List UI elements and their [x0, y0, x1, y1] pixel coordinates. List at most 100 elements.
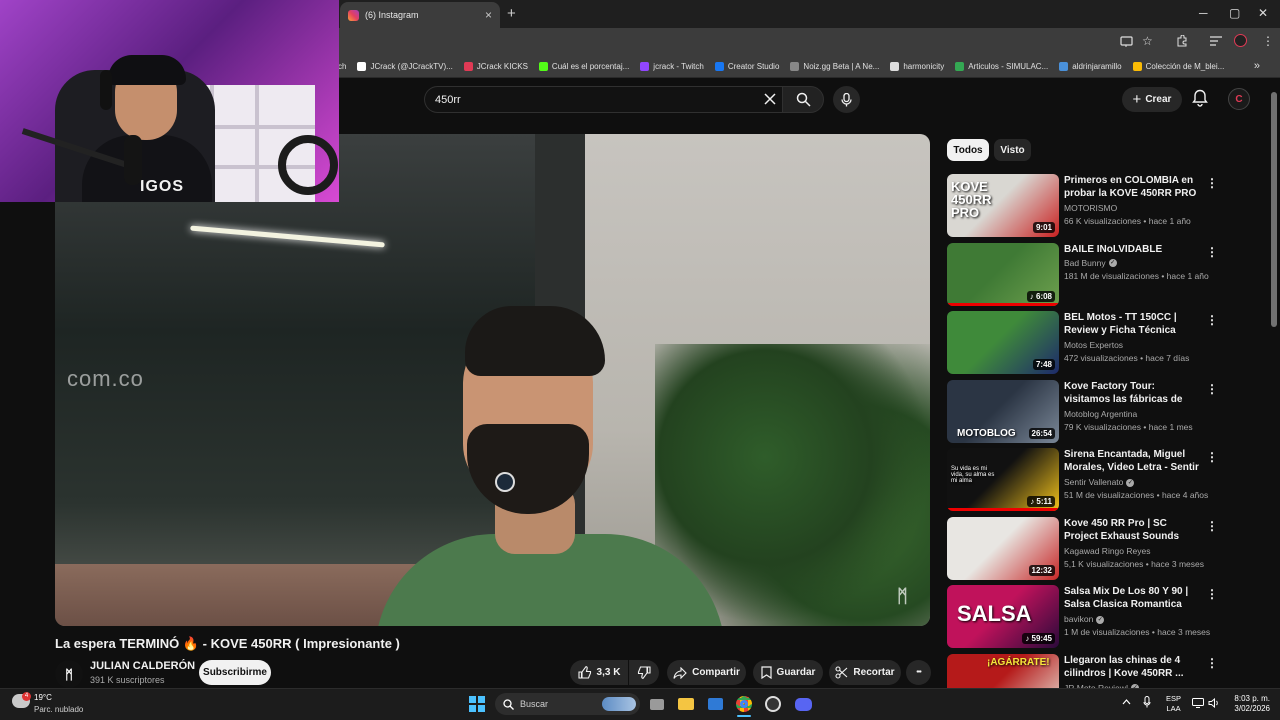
create-button[interactable]: + Crear [1122, 87, 1182, 112]
recommended-video-channel[interactable]: Kagawad Ringo Reyes [1064, 546, 1150, 556]
bookmark-item[interactable]: Cuál es el porcentaj... [538, 62, 629, 71]
minimize-icon[interactable]: ─ [1199, 6, 1208, 20]
extensions-icon[interactable] [1176, 35, 1188, 47]
recommended-video[interactable]: MOTOBLOG 26:54 Kove Factory Tour: visitamo… [947, 379, 1218, 444]
video-thumbnail[interactable]: Su vida es mi vida, su alma es mi alma ♪ … [947, 448, 1059, 511]
voice-search-button[interactable] [833, 86, 860, 113]
search-input[interactable]: 450rr [424, 86, 782, 113]
more-options-icon[interactable]: ⋮ [1206, 382, 1218, 396]
bookmark-item[interactable]: harmonicity [890, 62, 944, 71]
recommended-video[interactable]: Su vida es mi vida, su alma es mi alma ♪ … [947, 448, 1218, 512]
recommended-video-title[interactable]: BEL Motos - TT 150CC | Review y Ficha Té… [1064, 311, 1202, 337]
video-thumbnail[interactable]: KOVE 450RR PRO 9:01 [947, 174, 1059, 237]
weather-temperature[interactable]: 19°C [34, 693, 52, 702]
bookmark-label: Noiz.gg Beta | A Ne... [803, 62, 880, 71]
more-actions-button[interactable]: ••• [906, 660, 931, 685]
more-options-icon[interactable]: ⋮ [1206, 587, 1218, 601]
recommended-video[interactable]: 7:48 BEL Motos - TT 150CC | Review y Fich… [947, 311, 1218, 375]
bookmark-star-icon[interactable]: ☆ [1142, 34, 1153, 48]
recommended-video-channel[interactable]: Bad Bunny ✓ [1064, 258, 1117, 268]
network-icon[interactable] [1192, 698, 1204, 708]
system-clock[interactable]: 8:03 p. m. 3/02/2026 [1228, 694, 1270, 714]
video-thumbnail[interactable]: 12:32 [947, 516, 1059, 580]
bookmark-item[interactable]: Creator Studio [714, 62, 779, 71]
chrome-icon[interactable] [733, 693, 755, 715]
recommended-video-meta: 1 M de visualizaciones • hace 3 meses [1064, 627, 1211, 637]
recommended-video-title[interactable]: Kove 450 RR Pro | SC Project Exhaust Sou… [1064, 517, 1202, 543]
bookmark-item[interactable]: ch [338, 62, 346, 71]
volume-icon[interactable] [1208, 698, 1220, 708]
share-button[interactable]: Compartir [667, 660, 746, 685]
new-tab-icon[interactable]: + [507, 5, 516, 22]
close-tab-icon[interactable]: × [485, 8, 492, 22]
recommended-video-title[interactable]: Primeros en COLOMBIA en probar la KOVE 4… [1064, 174, 1202, 200]
tray-mic-icon[interactable] [1143, 696, 1151, 708]
page-scrollbar[interactable] [1271, 92, 1277, 327]
recommended-video-title[interactable]: Salsa Mix De Los 80 Y 90 | Salsa Clasica… [1064, 585, 1202, 611]
bookmark-item[interactable]: Articulos - SIMULAC... [955, 62, 1048, 71]
more-options-icon[interactable]: ⋮ [1206, 450, 1218, 464]
channel-avatar[interactable]: C [1228, 88, 1250, 110]
subscribe-button[interactable]: Subscribirme [199, 660, 271, 685]
maximize-icon[interactable]: ▢ [1229, 6, 1240, 20]
bookmarks-more-icon[interactable]: » [1254, 60, 1260, 72]
file-explorer-icon[interactable] [675, 693, 697, 715]
more-options-icon[interactable]: ⋮ [1206, 656, 1218, 670]
more-options-icon[interactable]: ⋮ [1206, 176, 1218, 190]
recommended-video[interactable]: 12:32 Kove 450 RR Pro | SC Project Exhaus… [947, 516, 1218, 581]
video-thumbnail[interactable]: MOTOBLOG 26:54 [947, 379, 1059, 443]
recommended-video[interactable]: SALSA ♪ 59:45 Salsa Mix De Los 80 Y 90 | S… [947, 585, 1218, 649]
owner-avatar[interactable]: ᛗ [55, 660, 83, 688]
clip-button[interactable]: Recortar [829, 660, 901, 685]
recommended-video-channel[interactable]: Motoblog Argentina [1064, 409, 1137, 419]
profile-avatar[interactable] [1234, 34, 1247, 47]
recommended-video-title[interactable]: Llegaron las chinas de 4 cilindros | Kov… [1064, 654, 1202, 680]
notifications-bell-icon[interactable] [1192, 89, 1208, 107]
bookmark-item[interactable]: JCrack (@JCrackTV)... [357, 62, 453, 71]
discord-icon[interactable] [792, 693, 814, 715]
cast-icon[interactable] [1120, 35, 1133, 48]
obs-icon[interactable] [762, 693, 784, 715]
video-thumbnail[interactable]: SALSA ♪ 59:45 [947, 585, 1059, 648]
search-button[interactable] [782, 86, 824, 113]
keyboard-language[interactable]: ESP LAA [1166, 694, 1181, 714]
bookmark-item[interactable]: aldrinjaramillo [1059, 62, 1122, 71]
windows-start-icon[interactable] [469, 696, 485, 712]
tab-instagram[interactable]: (6) Instagram × [340, 2, 500, 28]
more-options-icon[interactable]: ⋮ [1206, 245, 1218, 259]
like-button[interactable]: 3,3 K [570, 660, 628, 685]
bookmark-item[interactable]: Noiz.gg Beta | A Ne... [790, 62, 879, 71]
tray-overflow-chevron-icon[interactable] [1122, 698, 1131, 705]
dislike-button[interactable] [629, 660, 659, 685]
clip-label: Recortar [853, 667, 895, 678]
weather-description[interactable]: Parc. nublado [34, 705, 83, 714]
video-thumbnail[interactable]: ♪ 6:08 [947, 242, 1059, 306]
recommended-video-channel[interactable]: Sentir Vallenato ✓ [1064, 477, 1135, 487]
recommended-video[interactable]: KOVE 450RR PRO 9:01 Primeros en COLOMBIA e… [947, 174, 1218, 238]
bookmark-item[interactable]: jcrack - Twitch [640, 62, 704, 71]
recommended-video-channel[interactable]: Motos Expertos [1064, 340, 1123, 350]
more-options-icon[interactable]: ⋮ [1206, 519, 1218, 533]
recommended-video-channel[interactable]: bavikon ✓ [1064, 614, 1105, 624]
recommended-video[interactable]: ♪ 6:08 BAILE INoLVIDABLE Bad Bunny ✓ 181 M d… [947, 242, 1218, 307]
mail-app-icon[interactable] [704, 693, 726, 715]
browser-menu-icon[interactable]: ⋮ [1262, 34, 1274, 48]
bookmark-item[interactable]: JCrack KICKS [463, 62, 528, 71]
window-close-icon[interactable]: ✕ [1258, 6, 1268, 20]
video-thumbnail[interactable]: 7:48 [947, 311, 1059, 374]
taskbar-search-input[interactable]: Buscar [495, 693, 640, 715]
filter-chip[interactable]: Todos [947, 139, 989, 161]
bookmark-item[interactable]: Colección de M_blei... [1132, 62, 1224, 71]
recommended-video-title[interactable]: Sirena Encantada, Miguel Morales, Video … [1064, 448, 1202, 474]
filter-chip[interactable]: Visto [994, 139, 1031, 161]
owner-channel-name[interactable]: JULIAN CALDERÓN [90, 660, 195, 672]
task-view-icon[interactable] [646, 693, 668, 715]
more-options-icon[interactable]: ⋮ [1206, 313, 1218, 327]
reading-list-icon[interactable] [1210, 36, 1222, 46]
recommended-video-channel[interactable]: MOTORISMO [1064, 203, 1117, 213]
clear-search-icon[interactable] [764, 93, 776, 105]
recommended-video-title[interactable]: Kove Factory Tour: visitamos las fábrica… [1064, 380, 1202, 406]
video-player[interactable]: com.co ᛗ [55, 134, 930, 626]
recommended-video-title[interactable]: BAILE INoLVIDABLE [1064, 243, 1202, 256]
save-button[interactable]: Guardar [753, 660, 823, 685]
